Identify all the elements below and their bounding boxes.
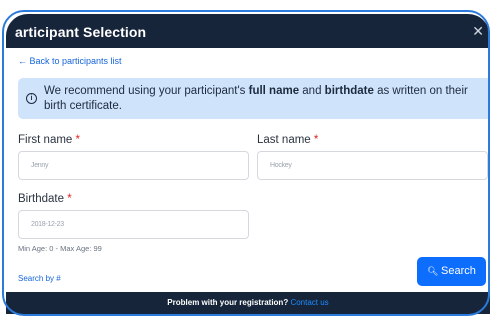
contact-us-link[interactable]: Contact us <box>290 298 328 307</box>
info-icon: i <box>26 93 37 104</box>
notice-text: We recommend using your participant's fu… <box>44 85 468 112</box>
age-hint: Min Age: 0 - Max Age: 99 <box>18 244 102 253</box>
dialog-footer: Problem with your registration? Contact … <box>6 292 490 314</box>
first-name-input[interactable]: Jenny <box>18 151 249 180</box>
last-name-input[interactable]: Hockey <box>257 151 488 180</box>
last-name-label: Last name * <box>257 134 319 146</box>
magnifier-icon: 🔍︎ <box>427 266 439 276</box>
first-name-label: First name * <box>18 134 81 146</box>
search-by-number-link[interactable]: Search by # <box>18 274 61 283</box>
birthdate-label: Birthdate * <box>18 193 72 205</box>
search-button[interactable]: 🔍︎ Search <box>417 257 486 286</box>
last-name-value: Hockey <box>270 162 292 169</box>
page-background: articipant Selection ✕ ← Back to partici… <box>0 0 490 316</box>
back-to-participants-link[interactable]: ← Back to participants list <box>18 56 122 66</box>
participant-selection-dialog: articipant Selection ✕ ← Back to partici… <box>6 14 490 314</box>
search-button-label: Search <box>441 265 476 277</box>
birthdate-value: 2018-12-23 <box>31 221 64 228</box>
first-name-value: Jenny <box>31 162 49 169</box>
recommendation-notice: i We recommend using your participant's … <box>18 78 490 119</box>
close-icon[interactable]: ✕ <box>472 23 484 40</box>
birthdate-input[interactable]: 2018-12-23 <box>18 210 249 239</box>
dialog-title: articipant Selection <box>15 24 147 40</box>
footer-text: Problem with your registration? Contact … <box>167 298 329 307</box>
dialog-header: articipant Selection ✕ <box>6 14 490 48</box>
